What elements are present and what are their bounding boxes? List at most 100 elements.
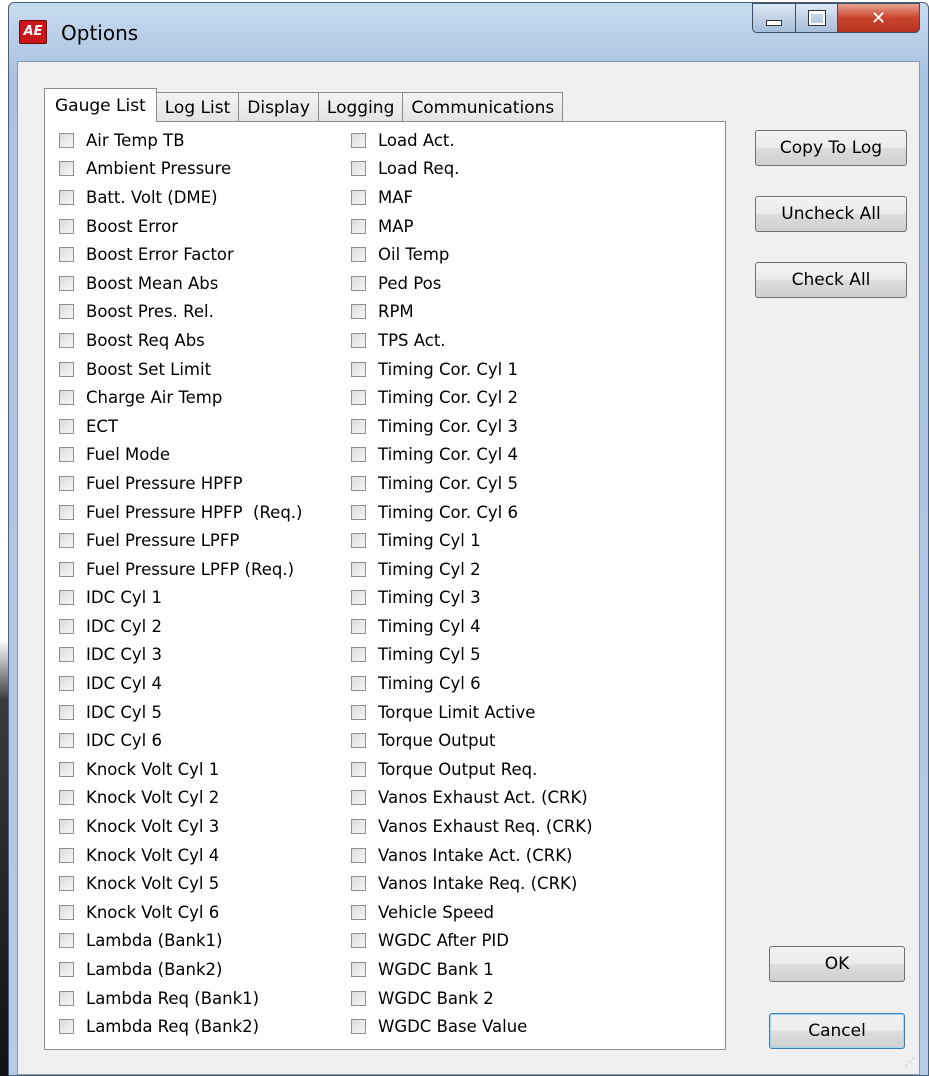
gauge-checkbox[interactable]: [351, 819, 366, 835]
gauge-checkbox[interactable]: [351, 447, 366, 463]
gauge-checkbox[interactable]: [351, 847, 366, 863]
gauge-checkbox[interactable]: [351, 590, 366, 606]
gauge-list-item[interactable]: Lambda Req (Bank1): [59, 984, 302, 1013]
gauge-list-item[interactable]: Knock Volt Cyl 1: [59, 755, 302, 784]
gauge-checkbox[interactable]: [351, 132, 366, 148]
gauge-list-item[interactable]: Air Temp TB: [59, 126, 302, 155]
gauge-checkbox[interactable]: [59, 189, 74, 205]
gauge-list-item[interactable]: Fuel Pressure LPFP: [59, 526, 302, 555]
gauge-checkbox[interactable]: [351, 561, 366, 577]
gauge-checkbox[interactable]: [351, 647, 366, 663]
tab-gauge-list[interactable]: Gauge List: [44, 88, 157, 122]
gauge-list-item[interactable]: Load Req.: [351, 155, 593, 184]
gauge-list-item[interactable]: Load Act.: [351, 126, 593, 155]
uncheck-all-button[interactable]: Uncheck All: [755, 196, 907, 232]
minimize-button[interactable]: [752, 3, 796, 33]
gauge-list-item[interactable]: Knock Volt Cyl 5: [59, 869, 302, 898]
gauge-checkbox[interactable]: [59, 704, 74, 720]
gauge-list-item[interactable]: Lambda (Bank1): [59, 927, 302, 956]
gauge-list-item[interactable]: Vanos Exhaust Act. (CRK): [351, 784, 593, 813]
gauge-checkbox[interactable]: [59, 247, 74, 263]
gauge-list-item[interactable]: Timing Cor. Cyl 1: [351, 355, 593, 384]
gauge-checkbox[interactable]: [59, 475, 74, 491]
gauge-checkbox[interactable]: [351, 275, 366, 291]
gauge-list-item[interactable]: Timing Cor. Cyl 3: [351, 412, 593, 441]
gauge-checkbox[interactable]: [351, 876, 366, 892]
gauge-checkbox[interactable]: [351, 161, 366, 177]
gauge-list-item[interactable]: Timing Cor. Cyl 2: [351, 383, 593, 412]
tab-display[interactable]: Display: [238, 92, 319, 122]
gauge-checkbox[interactable]: [59, 504, 74, 520]
gauge-checkbox[interactable]: [351, 361, 366, 377]
gauge-list-item[interactable]: Timing Cyl 4: [351, 612, 593, 641]
gauge-checkbox[interactable]: [59, 132, 74, 148]
gauge-list-item[interactable]: Torque Output Req.: [351, 755, 593, 784]
cancel-button[interactable]: Cancel: [769, 1013, 905, 1049]
gauge-checkbox[interactable]: [59, 676, 74, 692]
gauge-list-item[interactable]: MAF: [351, 183, 593, 212]
gauge-checkbox[interactable]: [59, 847, 74, 863]
gauge-list-item[interactable]: Timing Cyl 6: [351, 669, 593, 698]
copy-to-log-button[interactable]: Copy To Log: [755, 130, 907, 166]
gauge-list-item[interactable]: Fuel Pressure LPFP (Req.): [59, 555, 302, 584]
gauge-checkbox[interactable]: [59, 161, 74, 177]
gauge-list-item[interactable]: Charge Air Temp: [59, 383, 302, 412]
gauge-checkbox[interactable]: [59, 819, 74, 835]
gauge-checkbox[interactable]: [59, 218, 74, 234]
gauge-checkbox[interactable]: [59, 418, 74, 434]
gauge-list-item[interactable]: TPS Act.: [351, 326, 593, 355]
gauge-list-item[interactable]: Knock Volt Cyl 6: [59, 898, 302, 927]
gauge-checkbox[interactable]: [59, 790, 74, 806]
check-all-button[interactable]: Check All: [755, 262, 907, 298]
gauge-list-item[interactable]: Boost Set Limit: [59, 355, 302, 384]
gauge-checkbox[interactable]: [351, 475, 366, 491]
gauge-checkbox[interactable]: [59, 361, 74, 377]
gauge-list-item[interactable]: ECT: [59, 412, 302, 441]
gauge-list-item[interactable]: Oil Temp: [351, 240, 593, 269]
gauge-list-item[interactable]: Timing Cor. Cyl 4: [351, 441, 593, 470]
gauge-list-item[interactable]: Boost Mean Abs: [59, 269, 302, 298]
gauge-list-item[interactable]: Vanos Intake Act. (CRK): [351, 841, 593, 870]
gauge-checkbox[interactable]: [351, 904, 366, 920]
gauge-list-item[interactable]: Ped Pos: [351, 269, 593, 298]
gauge-checkbox[interactable]: [351, 189, 366, 205]
gauge-checkbox[interactable]: [351, 761, 366, 777]
gauge-checkbox[interactable]: [351, 533, 366, 549]
ok-button[interactable]: OK: [769, 946, 905, 982]
gauge-checkbox[interactable]: [59, 733, 74, 749]
gauge-list-item[interactable]: IDC Cyl 6: [59, 726, 302, 755]
gauge-list-item[interactable]: Boost Error Factor: [59, 240, 302, 269]
gauge-checkbox[interactable]: [59, 1019, 74, 1035]
gauge-checkbox[interactable]: [351, 962, 366, 978]
gauge-list-item[interactable]: Batt. Volt (DME): [59, 183, 302, 212]
gauge-list-item[interactable]: Vanos Intake Req. (CRK): [351, 869, 593, 898]
gauge-checkbox[interactable]: [59, 304, 74, 320]
gauge-list-item[interactable]: Timing Cyl 2: [351, 555, 593, 584]
gauge-list-item[interactable]: Timing Cyl 1: [351, 526, 593, 555]
resize-grip-icon[interactable]: ⋰: [905, 1058, 917, 1072]
gauge-checkbox[interactable]: [59, 533, 74, 549]
gauge-checkbox[interactable]: [351, 704, 366, 720]
gauge-checkbox[interactable]: [351, 247, 366, 263]
gauge-checkbox[interactable]: [59, 332, 74, 348]
gauge-checkbox[interactable]: [59, 275, 74, 291]
gauge-checkbox[interactable]: [59, 647, 74, 663]
gauge-list-item[interactable]: Fuel Pressure HPFP: [59, 469, 302, 498]
gauge-list-item[interactable]: Vanos Exhaust Req. (CRK): [351, 812, 593, 841]
gauge-checkbox[interactable]: [59, 761, 74, 777]
gauge-list-item[interactable]: Knock Volt Cyl 3: [59, 812, 302, 841]
gauge-list-item[interactable]: Fuel Mode: [59, 441, 302, 470]
gauge-list-item[interactable]: Timing Cor. Cyl 6: [351, 498, 593, 527]
gauge-checkbox[interactable]: [351, 218, 366, 234]
gauge-list-item[interactable]: Fuel Pressure HPFP (Req.): [59, 498, 302, 527]
title-bar[interactable]: AE Options ✕: [9, 3, 928, 61]
gauge-checkbox[interactable]: [59, 618, 74, 634]
tab-logging[interactable]: Logging: [317, 92, 404, 122]
gauge-checkbox[interactable]: [351, 1019, 366, 1035]
gauge-checkbox[interactable]: [59, 933, 74, 949]
tab-communications[interactable]: Communications: [402, 92, 564, 122]
gauge-checkbox[interactable]: [59, 962, 74, 978]
gauge-list-item[interactable]: Lambda (Bank2): [59, 955, 302, 984]
tab-log-list[interactable]: Log List: [155, 92, 240, 122]
gauge-list-item[interactable]: IDC Cyl 2: [59, 612, 302, 641]
